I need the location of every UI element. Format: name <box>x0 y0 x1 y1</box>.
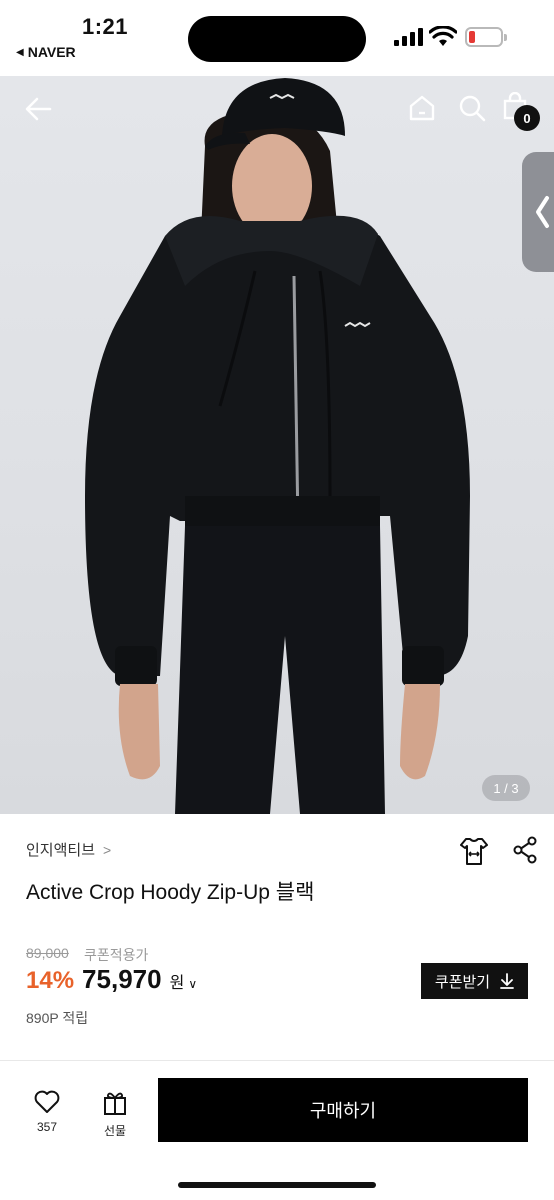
download-icon <box>500 973 514 989</box>
brand-name: 인지액티브 <box>26 842 96 859</box>
search-icon[interactable] <box>458 94 486 122</box>
buy-button[interactable]: 구매하기 <box>158 1078 528 1142</box>
back-app-label: NAVER <box>27 44 76 60</box>
original-price: 89,000 <box>26 945 69 961</box>
size-guide-icon[interactable] <box>460 836 488 866</box>
gift-button[interactable]: 선물 <box>92 1090 138 1139</box>
gift-label: 선물 <box>103 1124 127 1138</box>
back-to-app-link[interactable]: ◀ NAVER <box>16 44 76 60</box>
gift-icon <box>104 1092 126 1115</box>
hero-toolbar <box>0 76 554 142</box>
wifi-icon <box>429 26 457 46</box>
signal-icon <box>394 28 423 46</box>
cart-count-badge[interactable]: 0 <box>514 105 540 131</box>
status-time: 1:21 <box>82 14 129 39</box>
reward-points: 890P 적립 <box>26 1010 89 1026</box>
like-button[interactable]: 357 <box>24 1090 70 1134</box>
dynamic-island <box>188 16 366 62</box>
product-title: Active Crop Hoody Zip-Up 블랙 <box>26 881 315 904</box>
back-triangle-icon: ◀ <box>16 46 24 58</box>
chevron-left-icon <box>536 196 549 228</box>
image-counter: 1 / 3 <box>482 775 530 801</box>
share-icon[interactable] <box>512 836 538 864</box>
status-bar: 1:21 ◀ NAVER <box>0 0 554 76</box>
product-photo <box>85 78 470 814</box>
coupon-button-label: 쿠폰받기 <box>434 973 491 991</box>
product-actions <box>460 836 538 866</box>
chevron-right-icon: > <box>103 841 112 858</box>
home-icon[interactable] <box>408 94 436 122</box>
product-image-carousel[interactable] <box>0 76 554 814</box>
currency-label: 원 <box>169 975 185 992</box>
battery-icon <box>465 27 507 47</box>
price-row[interactable]: 14% 75,970 원 ∨ <box>26 964 197 995</box>
discount-rate: 14% <box>26 967 75 994</box>
heart-icon <box>34 1090 60 1113</box>
get-coupon-button[interactable]: 쿠폰받기 <box>421 963 528 999</box>
chevron-down-icon[interactable]: ∨ <box>188 977 197 991</box>
sale-price: 75,970 <box>82 964 162 994</box>
back-arrow-icon[interactable] <box>24 96 54 122</box>
home-indicator[interactable] <box>178 1182 376 1188</box>
coupon-price-label: 쿠폰적용가 <box>84 947 149 963</box>
brand-link[interactable]: 인지액티브 > <box>26 839 111 860</box>
side-panel-tab[interactable] <box>522 152 554 272</box>
like-count: 357 <box>36 1120 58 1134</box>
